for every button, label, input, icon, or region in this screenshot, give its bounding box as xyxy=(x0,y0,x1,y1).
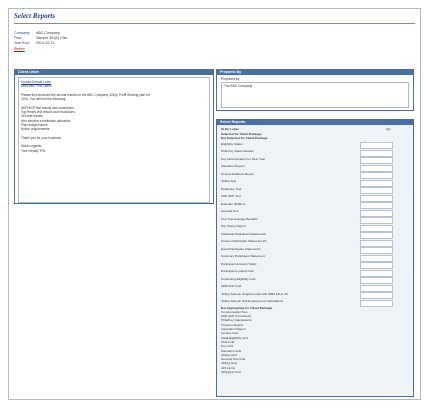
report-qty-input[interactable] xyxy=(360,299,393,307)
report-label: Estimate Q/NECs xyxy=(221,201,246,206)
report-row[interactable]: Annual Additions Report xyxy=(221,171,409,180)
report-label: Deduction Test xyxy=(221,186,242,191)
company-value: ABC Company xyxy=(36,31,60,35)
report-label: Participant Account Totals xyxy=(221,261,257,266)
title-divider xyxy=(14,23,415,24)
report-label: 401(k) Test xyxy=(221,179,237,184)
order-letter-label: Order Letter xyxy=(221,127,239,131)
report-row[interactable]: Eligibility Status xyxy=(221,141,409,150)
report-label: General Test xyxy=(221,209,239,214)
report-row[interactable]: Participant Lookup Grid xyxy=(221,268,409,277)
report-label: Summary Participant Statement xyxy=(221,254,265,259)
letter-line: Your friendly TPA xyxy=(21,148,46,153)
report-row[interactable]: Custom Participant Statement P1 xyxy=(221,238,409,247)
qty-label: Qty xyxy=(386,127,391,131)
report-label: Continuing Eligibility Grid xyxy=(221,276,256,281)
main-frame: Select Reports Company: ABC Company Plan:… xyxy=(8,8,421,400)
report-row[interactable]: Continuing Eligibility Grid xyxy=(221,276,409,285)
report-row[interactable]: 401(k) Test xyxy=(221,178,409,187)
page-title: Select Reports xyxy=(14,12,56,20)
reports-list: Order Letter Qty Selected for Client Pac… xyxy=(221,127,409,374)
report-row[interactable]: ADP ACP Test xyxy=(221,193,409,202)
prepared-by-panel: Prepared By Prepared by The ABC Company xyxy=(216,69,414,111)
report-row[interactable]: Deduction Test xyxy=(221,186,409,195)
year-end-value: 2014-12-31 xyxy=(36,41,55,46)
order-letter-row: Order Letter Qty xyxy=(221,127,409,132)
report-row[interactable]: Participant Account Totals xyxy=(221,261,409,270)
prepared-by-header: Prepared By xyxy=(217,70,413,75)
report-row[interactable]: ADP/ACP Grid xyxy=(221,283,409,292)
select-reports-header: Select Reports xyxy=(217,120,413,125)
report-label: 401(k) Sample Supplemental with 5500 Fil… xyxy=(221,291,289,296)
report-row[interactable]: 401(k) Sample Supplemental with 5500 Fil… xyxy=(221,291,409,300)
client-letter-body: Dear ABC TPA Client: Please find enclose… xyxy=(21,84,207,153)
report-row[interactable]: HCE Key Determination xyxy=(221,148,409,157)
report-row[interactable]: Individual Participant Statements xyxy=(221,231,409,240)
selected-reports-list: Eligibility Status HCE Key Determination K… xyxy=(221,141,409,307)
prepared-by-input[interactable]: The ABC Company xyxy=(221,82,409,108)
report-label: ADP/ACP Grid xyxy=(221,284,242,289)
report-label: Individual Participant Statements xyxy=(221,231,267,236)
report-label: ADP ACP Test xyxy=(221,194,241,199)
report-label: Participant Lookup Grid xyxy=(221,269,254,274)
report-label: Eligibility Status xyxy=(221,141,243,146)
report-row[interactable]: Cert Test Average Benefits xyxy=(221,216,409,225)
report-row[interactable]: Summary Participant Statement xyxy=(221,253,409,262)
select-reports-panel: Select Reports Order Letter Qty Selected… xyxy=(216,119,414,397)
not-selected-reports-list: Not Appropriate for Client Package Compen… xyxy=(221,306,409,375)
plan-value: Sample 401(k) Plan xyxy=(36,36,68,41)
report-row[interactable]: 401(k) Sample Self Employment Calculatio… xyxy=(221,298,409,307)
return-link[interactable]: Return xyxy=(14,47,25,51)
report-row[interactable]: General Test xyxy=(221,208,409,217)
report-label: HCE Key Determination xyxy=(221,149,254,154)
report-label: Excel Participant Statements xyxy=(221,246,261,251)
prepared-by-label: Prepared by xyxy=(221,77,240,81)
report-label: Custom Participant Statement P1 xyxy=(221,239,267,244)
report-label: Cert Test Average Benefits xyxy=(221,216,258,221)
client-letter-header: Client Letter xyxy=(15,70,213,75)
plan-info: Company: ABC Company Plan: Sample 401(k) P… xyxy=(14,31,68,52)
report-label: Annual Additions Report xyxy=(221,171,255,176)
report-row[interactable]: Allocation Report xyxy=(221,163,409,172)
unselected-report-item[interactable]: 401(a)(4) Grid xyxy=(221,370,409,374)
report-row[interactable]: Estimate Q/NECs xyxy=(221,201,409,210)
client-letter-textarea[interactable]: Update Default Letter Dear ABC TPA Clien… xyxy=(18,77,210,203)
report-row[interactable]: Key Determination for Next Year xyxy=(221,156,409,165)
client-letter-panel: Client Letter Update Default Letter Dear… xyxy=(14,69,214,204)
report-row[interactable]: Excel Participant Statements xyxy=(221,246,409,255)
report-row[interactable]: Top Heavy Report xyxy=(221,223,409,232)
report-label: 401(k) Sample Self Employment Calculatio… xyxy=(221,299,284,304)
report-label: Top Heavy Report xyxy=(221,224,246,229)
report-label: Key Determination for Next Year xyxy=(221,156,266,161)
report-label: Allocation Report xyxy=(221,164,245,169)
